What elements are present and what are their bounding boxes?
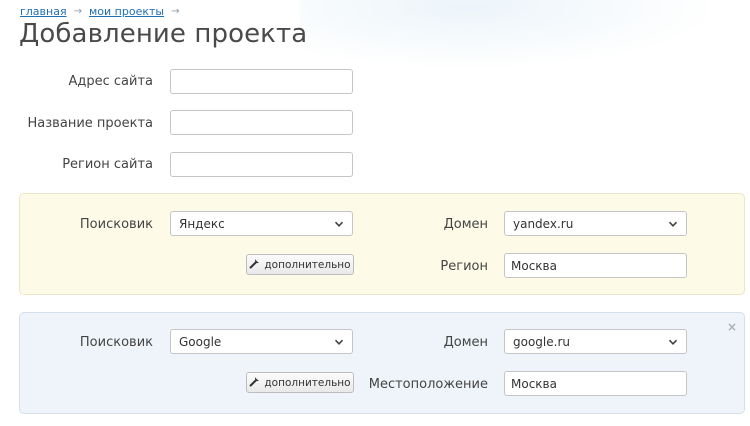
site-address-input[interactable] [170,69,353,94]
breadcrumb-link-home[interactable]: главная [20,5,67,18]
project-name-input[interactable] [170,110,353,135]
site-region-input[interactable] [170,152,353,177]
wrench-icon [249,376,260,390]
chevron-down-icon [668,337,678,347]
additional-settings-button-label: дополнительно [264,376,351,389]
breadcrumb: главная → мои проекты → [20,5,182,18]
domain-select[interactable]: google.ru [504,329,687,354]
breadcrumb-link-my-projects[interactable]: мои проекты [89,5,164,18]
close-icon[interactable]: × [727,320,737,334]
search-engine-select[interactable]: Google [170,329,353,354]
search-engine-panel-google [19,312,745,414]
project-name-label: Название проекта [27,116,153,131]
domain-label: Домен [443,335,488,350]
search-engine-select[interactable]: Яндекс [170,211,353,236]
domain-selected-value: yandex.ru [513,216,574,231]
chevron-down-icon [334,337,344,347]
location-label: Местоположение [368,377,488,392]
chevron-down-icon [334,219,344,229]
header-background-decoration [300,0,720,70]
domain-selected-value: google.ru [513,334,570,349]
search-engine-label: Поисковик [79,217,153,232]
search-engine-selected-value: Google [179,334,222,349]
additional-settings-button[interactable]: дополнительно [246,254,354,275]
region-label: Регион [440,259,488,274]
search-engine-selected-value: Яндекс [179,216,225,231]
arrow-right-icon: → [73,6,82,17]
page-title: Добавление проекта [19,19,308,49]
site-address-label: Адрес сайта [68,74,153,89]
chevron-down-icon [668,219,678,229]
additional-settings-button-label: дополнительно [264,258,351,271]
arrow-right-icon: → [171,6,180,17]
domain-select[interactable]: yandex.ru [504,211,687,236]
domain-label: Домен [443,217,488,232]
region-input[interactable] [504,253,687,278]
search-engine-panel-yandex [19,193,745,295]
site-region-label: Регион сайта [62,157,153,172]
location-input[interactable] [504,371,687,396]
additional-settings-button[interactable]: дополнительно [246,372,354,393]
wrench-icon [249,258,260,272]
search-engine-label: Поисковик [79,335,153,350]
